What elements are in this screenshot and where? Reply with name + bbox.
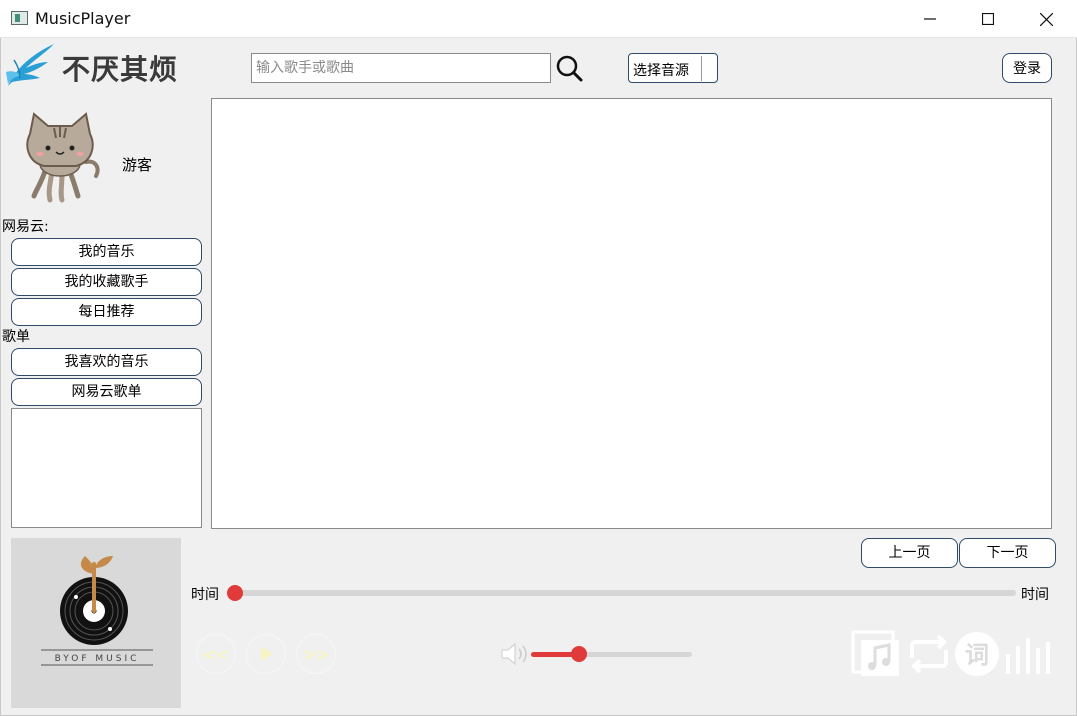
search-icon bbox=[556, 55, 583, 82]
prev-icon: << bbox=[202, 644, 230, 664]
wing-logo-icon bbox=[6, 44, 54, 86]
app-logo: 不厌其烦 bbox=[4, 42, 194, 94]
cover-brand-text: BYOF MUSIC bbox=[55, 654, 140, 664]
play-icon bbox=[261, 647, 273, 661]
lyrics-glyph: 词 bbox=[965, 641, 989, 669]
avatar[interactable] bbox=[16, 112, 106, 204]
liked-music-button[interactable]: 我喜欢的音乐 bbox=[11, 348, 202, 376]
playlist-section-label: 歌单 bbox=[2, 329, 30, 345]
volume-handle[interactable] bbox=[571, 646, 588, 662]
album-cover: BYOF MUSIC bbox=[11, 538, 181, 708]
prev-song-button[interactable]: << bbox=[196, 634, 236, 674]
my-music-button[interactable]: 我的音乐 bbox=[11, 238, 202, 266]
volume-button[interactable] bbox=[500, 642, 530, 666]
playlist-button[interactable] bbox=[851, 628, 901, 678]
close-icon bbox=[1039, 12, 1053, 26]
login-button[interactable]: 登录 bbox=[1002, 53, 1052, 83]
playlist-list[interactable] bbox=[11, 408, 202, 528]
lyrics-button[interactable]: 词 bbox=[953, 628, 1003, 678]
netease-section-label: 网易云: bbox=[2, 219, 49, 235]
minimize-button[interactable] bbox=[901, 0, 959, 38]
equalizer-icon bbox=[1006, 638, 1050, 674]
logo-text: 不厌其烦 bbox=[62, 53, 179, 86]
app-icon bbox=[11, 11, 28, 25]
next-icon: >> bbox=[302, 644, 330, 664]
favorite-singers-button[interactable]: 我的收藏歌手 bbox=[11, 268, 202, 296]
next-song-button[interactable]: >> bbox=[296, 634, 336, 674]
total-time-label: 时间 bbox=[1021, 587, 1049, 603]
daily-recommend-button[interactable]: 每日推荐 bbox=[11, 298, 202, 326]
lyrics-icon: 词 bbox=[955, 632, 999, 676]
search-button[interactable] bbox=[555, 53, 585, 83]
song-list-panel[interactable] bbox=[211, 98, 1052, 529]
netease-playlist-button[interactable]: 网易云歌单 bbox=[11, 378, 202, 406]
progress-handle[interactable] bbox=[227, 585, 243, 601]
current-time-label: 时间 bbox=[191, 587, 219, 603]
cat-avatar-icon bbox=[26, 112, 100, 203]
progress-slider[interactable] bbox=[236, 590, 1016, 596]
equalizer-button[interactable] bbox=[1002, 628, 1052, 678]
next-page-button[interactable]: 下一页 bbox=[959, 538, 1056, 568]
repeat-button[interactable] bbox=[904, 628, 954, 678]
play-button[interactable] bbox=[246, 634, 286, 674]
maximize-button[interactable] bbox=[959, 0, 1017, 38]
username-label: 游客 bbox=[122, 156, 153, 174]
repeat-icon bbox=[910, 634, 948, 674]
search-input[interactable] bbox=[251, 53, 551, 83]
title-bar: MusicPlayer bbox=[0, 0, 1077, 38]
volume-slider[interactable] bbox=[531, 652, 692, 657]
maximize-icon bbox=[982, 13, 994, 25]
playlist-icon bbox=[851, 630, 899, 676]
minimize-icon bbox=[924, 18, 936, 20]
source-select-label: 选择音源 bbox=[633, 63, 689, 79]
vinyl-logo-icon: BYOF MUSIC bbox=[41, 556, 153, 666]
window-title: MusicPlayer bbox=[35, 9, 131, 28]
close-button[interactable] bbox=[1017, 0, 1075, 38]
volume-icon bbox=[501, 642, 527, 666]
source-select[interactable]: 选择音源 bbox=[628, 53, 718, 83]
dropdown-arrow-icon bbox=[701, 56, 717, 81]
prev-page-button[interactable]: 上一页 bbox=[861, 538, 958, 568]
